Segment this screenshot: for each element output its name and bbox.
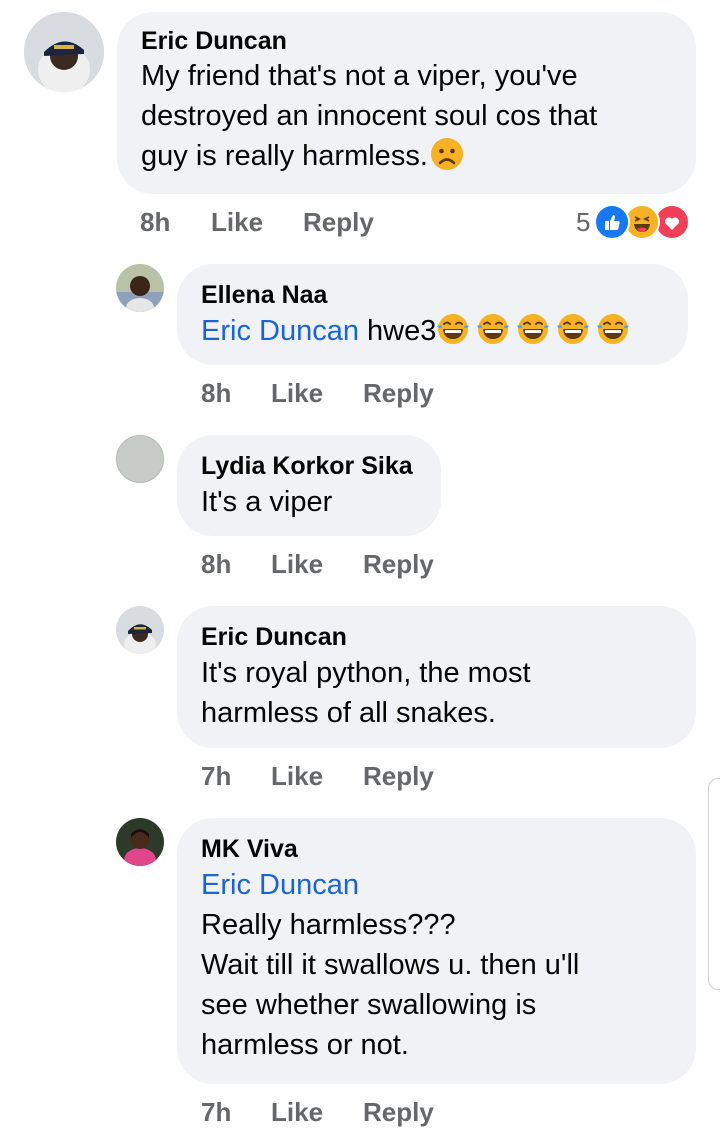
like-reaction-icon	[594, 204, 631, 240]
tears-of-joy-emoji-icon	[556, 312, 590, 346]
avatar-photo	[24, 12, 104, 92]
avatar-photo	[116, 818, 164, 866]
reply-button[interactable]: Reply	[363, 375, 434, 411]
comment-author[interactable]: Lydia Korkor Sika	[201, 451, 417, 481]
avatar[interactable]	[116, 435, 164, 483]
comment-text: It's royal python, the most harmless of …	[201, 657, 531, 729]
avatar-photo	[116, 264, 164, 312]
comment-text: It's a viper	[201, 486, 333, 518]
reply-button[interactable]: Reply	[363, 758, 434, 794]
reply-button[interactable]: Reply	[363, 546, 434, 582]
tears-of-joy-emoji-icon	[596, 312, 630, 346]
avatar[interactable]	[116, 264, 164, 312]
comment-bubble: MK Viva Eric Duncan Really harmless??? W…	[177, 818, 696, 1084]
reaction-summary[interactable]: 5	[576, 204, 691, 240]
tears-of-joy-emoji-icon	[476, 312, 510, 346]
comment-actions: 8h Like Reply	[201, 375, 501, 411]
reaction-count: 5	[576, 206, 591, 237]
comment-timestamp[interactable]: 8h	[201, 546, 231, 582]
mention-link[interactable]: Eric Duncan	[201, 315, 359, 347]
comment-text: Eric Duncan Really harmless??? Wait till…	[201, 865, 672, 1065]
tears-of-joy-emoji-icon	[436, 312, 470, 346]
comment-bubble: Ellena Naa Eric Duncan hwe3	[177, 264, 688, 365]
comment-author[interactable]: MK Viva	[201, 834, 672, 864]
tears-of-joy-emoji-icon	[516, 312, 550, 346]
reply-button[interactable]: Reply	[363, 1094, 434, 1130]
avatar[interactable]	[116, 606, 164, 654]
comment-text: My friend that's not a viper, you've des…	[141, 60, 598, 172]
comment-bubble: Eric Duncan It's royal python, the most …	[177, 606, 696, 748]
comment-actions: 7h Like Reply	[201, 758, 501, 794]
comment-timestamp[interactable]: 8h	[140, 204, 170, 240]
frowning-face-emoji-icon	[430, 137, 464, 171]
comment-text: Eric Duncan hwe3	[201, 311, 664, 351]
reply-button[interactable]: Reply	[303, 204, 374, 240]
comment-author[interactable]: Eric Duncan	[141, 26, 672, 56]
like-button[interactable]: Like	[271, 546, 323, 582]
like-button[interactable]: Like	[211, 204, 263, 240]
comment-actions: 8h Like Reply	[140, 204, 440, 240]
comment-actions: 8h Like Reply	[201, 546, 501, 582]
comment-timestamp[interactable]: 7h	[201, 1094, 231, 1130]
avatar[interactable]	[116, 818, 164, 866]
mention-link[interactable]: Eric Duncan	[201, 865, 672, 905]
like-button[interactable]: Like	[271, 375, 323, 411]
avatar-photo	[116, 606, 164, 654]
comment-bubble: Lydia Korkor Sika It's a viper	[177, 435, 441, 536]
comment-timestamp[interactable]: 7h	[201, 758, 231, 794]
comment-bubble: Eric Duncan My friend that's not a viper…	[117, 12, 696, 194]
like-button[interactable]: Like	[271, 1094, 323, 1130]
comment-actions: 7h Like Reply	[201, 1094, 501, 1130]
like-button[interactable]: Like	[271, 758, 323, 794]
comment-timestamp[interactable]: 8h	[201, 375, 231, 411]
avatar[interactable]	[24, 12, 104, 92]
comment-author[interactable]: Ellena Naa	[201, 280, 664, 310]
comment-author[interactable]: Eric Duncan	[201, 622, 672, 652]
side-panel-edge	[708, 778, 720, 990]
tears-of-joy-emoji-group	[436, 312, 630, 347]
